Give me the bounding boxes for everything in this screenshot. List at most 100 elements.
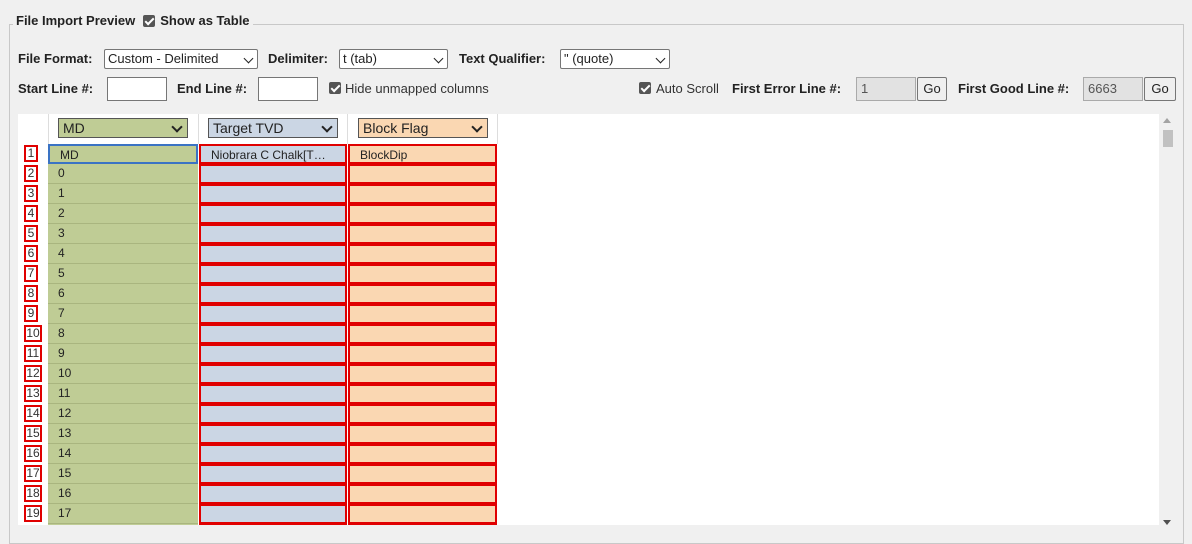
cell-target-tvd[interactable] [199, 244, 347, 264]
show-as-table-label[interactable]: Show as Table [160, 13, 249, 28]
auto-scroll-checkbox[interactable] [639, 82, 651, 94]
row-number: 2 [24, 165, 38, 182]
cell-target-tvd[interactable] [199, 444, 347, 464]
column-mapping-select-tvd[interactable]: Target TVD [208, 118, 338, 138]
auto-scroll-label[interactable]: Auto Scroll [656, 81, 719, 96]
column-mapping-select-block-flag[interactable]: Block Flag [358, 118, 488, 138]
row-number: 13 [24, 385, 42, 402]
delimiter-label: Delimiter: [268, 51, 328, 66]
cell-md[interactable]: 4 [48, 244, 198, 264]
cell-md[interactable]: 16 [48, 484, 198, 504]
cell-md[interactable]: 14 [48, 444, 198, 464]
row-number: 12 [24, 365, 42, 382]
cell-target-tvd[interactable] [199, 264, 347, 284]
cell-md[interactable]: 0 [48, 164, 198, 184]
cell-target-tvd[interactable] [199, 364, 347, 384]
cell-target-tvd[interactable] [199, 324, 347, 344]
delimiter-select[interactable]: t (tab) [339, 49, 448, 69]
column-mapping-value: Block Flag [363, 120, 429, 136]
cell-block-flag[interactable] [348, 244, 497, 264]
start-line-label: Start Line #: [18, 81, 94, 96]
cell-target-tvd[interactable] [199, 504, 347, 524]
cell-md[interactable]: 8 [48, 324, 198, 344]
cell-md[interactable]: 12 [48, 404, 198, 424]
cell-md[interactable]: 3 [48, 224, 198, 244]
first-error-line-input[interactable]: 1 [856, 77, 916, 101]
cell-block-flag[interactable] [348, 324, 497, 344]
hide-unmapped-checkbox[interactable] [329, 82, 341, 94]
cell-block-flag[interactable] [348, 304, 497, 324]
cell-block-flag[interactable] [348, 424, 497, 444]
column-mapping-value: MD [63, 120, 85, 136]
cell-target-tvd[interactable] [199, 224, 347, 244]
cell-target-tvd[interactable]: Niobrara C Chalk[T… [199, 144, 347, 164]
first-error-go-button[interactable]: Go [917, 77, 947, 101]
scroll-up-icon[interactable] [1163, 118, 1171, 123]
cell-md[interactable]: 2 [48, 204, 198, 224]
cell-md[interactable]: 15 [48, 464, 198, 484]
column-mapping-select-md[interactable]: MD [58, 118, 188, 138]
cell-md[interactable]: 10 [48, 364, 198, 384]
file-format-select[interactable]: Custom - Delimited [104, 49, 258, 69]
cell-block-flag[interactable] [348, 204, 497, 224]
column-divider [347, 114, 348, 144]
cell-target-tvd[interactable] [199, 284, 347, 304]
cell-md[interactable]: 1 [48, 184, 198, 204]
cell-target-tvd[interactable] [199, 464, 347, 484]
cell-md[interactable]: 6 [48, 284, 198, 304]
cell-block-flag[interactable] [348, 404, 497, 424]
row-number: 8 [24, 285, 38, 302]
chevron-down-icon [433, 53, 444, 64]
cell-block-flag[interactable] [348, 224, 497, 244]
row-number: 7 [24, 265, 38, 282]
scroll-thumb[interactable] [1163, 130, 1173, 147]
cell-md[interactable]: 7 [48, 304, 198, 324]
cell-target-tvd[interactable] [199, 424, 347, 444]
row-number: 15 [24, 425, 42, 442]
end-line-label: End Line #: [177, 81, 248, 96]
text-qualifier-label: Text Qualifier: [459, 51, 546, 66]
cell-md[interactable]: 17 [48, 504, 198, 524]
first-good-line-input[interactable]: 6663 [1083, 77, 1143, 101]
chevron-down-icon [321, 121, 333, 133]
cell-md[interactable]: MD [48, 144, 198, 164]
cell-block-flag[interactable] [348, 164, 497, 184]
cell-target-tvd[interactable] [199, 184, 347, 204]
cell-target-tvd[interactable] [199, 344, 347, 364]
cell-block-flag[interactable] [348, 504, 497, 524]
text-qualifier-select[interactable]: " (quote) [560, 49, 670, 69]
end-line-input[interactable] [258, 77, 318, 101]
cell-target-tvd[interactable] [199, 404, 347, 424]
cell-block-flag[interactable] [348, 344, 497, 364]
chevron-down-icon [243, 53, 254, 64]
row-number: 16 [24, 445, 42, 462]
hide-unmapped-label[interactable]: Hide unmapped columns [345, 81, 489, 96]
cell-block-flag[interactable] [348, 444, 497, 464]
delimiter-value: t (tab) [343, 51, 377, 66]
cell-block-flag[interactable]: BlockDip [348, 144, 497, 164]
cell-target-tvd[interactable] [199, 384, 347, 404]
cell-block-flag[interactable] [348, 484, 497, 504]
file-format-value: Custom - Delimited [108, 51, 219, 66]
preview-grid: MD Target TVD Block Flag 1 MD Niobrara C C… [18, 114, 1159, 525]
cell-block-flag[interactable] [348, 184, 497, 204]
scroll-down-icon[interactable] [1163, 520, 1171, 525]
cell-block-flag[interactable] [348, 464, 497, 484]
cell-target-tvd[interactable] [199, 304, 347, 324]
cell-md[interactable]: 9 [48, 344, 198, 364]
cell-md[interactable]: 5 [48, 264, 198, 284]
cell-md[interactable]: 11 [48, 384, 198, 404]
row-number: 5 [24, 225, 38, 242]
start-line-input[interactable] [107, 77, 167, 101]
cell-block-flag[interactable] [348, 364, 497, 384]
cell-target-tvd[interactable] [199, 484, 347, 504]
cell-target-tvd[interactable] [199, 204, 347, 224]
show-as-table-checkbox[interactable] [143, 14, 156, 27]
cell-target-tvd[interactable] [199, 164, 347, 184]
cell-block-flag[interactable] [348, 284, 497, 304]
vertical-scrollbar[interactable] [1159, 114, 1176, 525]
first-good-go-button[interactable]: Go [1144, 77, 1176, 101]
cell-block-flag[interactable] [348, 384, 497, 404]
cell-block-flag[interactable] [348, 264, 497, 284]
cell-md[interactable]: 13 [48, 424, 198, 444]
